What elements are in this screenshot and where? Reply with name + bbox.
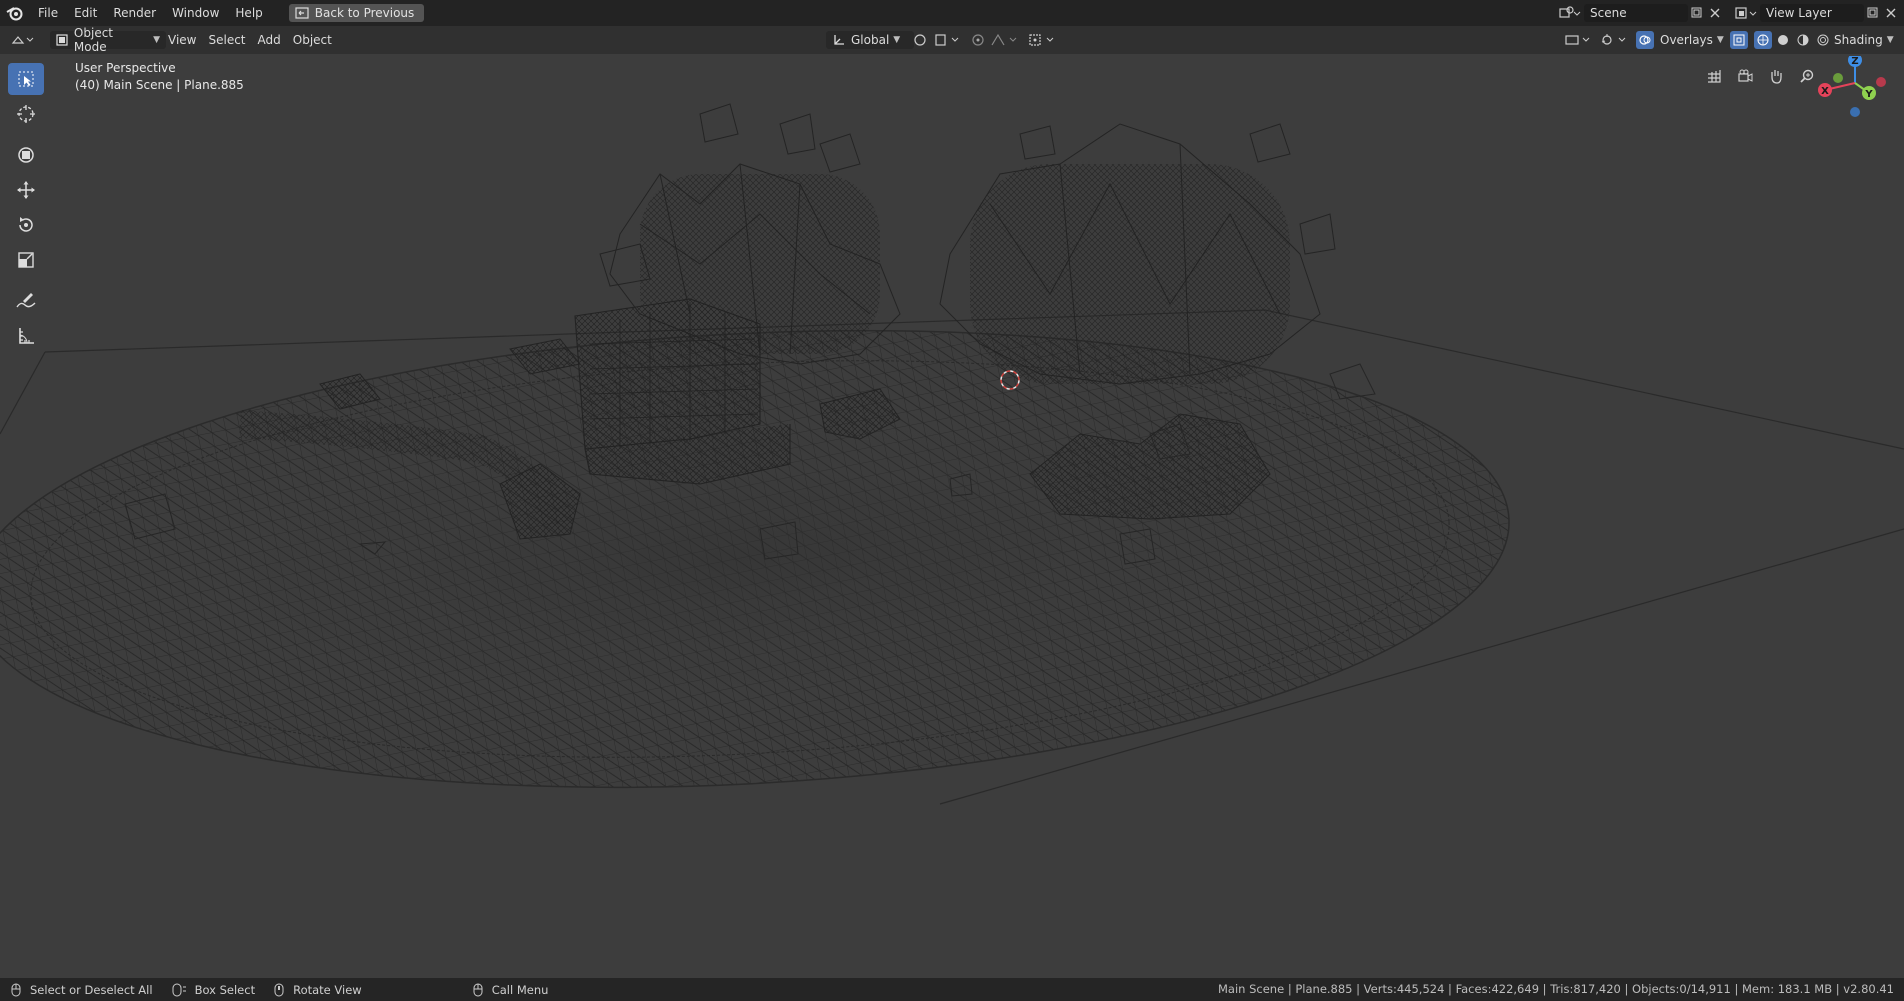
header-menu-view[interactable]: View xyxy=(162,31,202,49)
overlays-label: Overlays xyxy=(1660,33,1713,47)
chevron-down-icon: ▼ xyxy=(153,35,160,45)
mouse-left-icon xyxy=(11,983,21,996)
menu-edit[interactable]: Edit xyxy=(66,0,105,26)
snap-icon xyxy=(935,34,959,46)
status-select-hint: Select or Deselect All xyxy=(10,983,153,997)
status-rotate-label: Rotate View xyxy=(293,982,362,997)
overlays-dropdown[interactable]: Overlays ▼ xyxy=(1636,31,1724,49)
scale-icon[interactable] xyxy=(8,244,44,276)
header-menu-object[interactable]: Object xyxy=(287,31,338,49)
tool-shelf xyxy=(8,63,48,355)
3d-viewport[interactable]: User Perspective (40) Main Scene | Plane… xyxy=(0,54,1904,978)
menu-file[interactable]: File xyxy=(30,0,66,26)
new-scene-icon[interactable] xyxy=(1688,4,1706,22)
viewport-header: Object Mode ▼ View Select Add Object Glob… xyxy=(0,26,1904,54)
active-object-label: (40) Main Scene | Plane.885 xyxy=(75,78,244,92)
view-layer-selector-icon[interactable] xyxy=(1732,4,1760,22)
view-object-types-dropdown[interactable] xyxy=(1564,31,1594,49)
shading-label: Shading xyxy=(1834,33,1883,47)
menu-window[interactable]: Window xyxy=(164,0,227,26)
cursor-icon[interactable] xyxy=(8,98,44,130)
screen-back-icon xyxy=(295,7,309,19)
transform-affect-icon xyxy=(1029,34,1054,46)
menu-help[interactable]: Help xyxy=(227,0,270,26)
global-orientation-icon xyxy=(834,35,844,45)
rendered-shading-icon[interactable] xyxy=(1814,31,1832,49)
status-box-select-hint: Box Select xyxy=(171,982,256,997)
back-to-previous-label: Back to Previous xyxy=(314,6,415,20)
proportional-editing-toggle[interactable] xyxy=(970,31,986,49)
rotate-icon[interactable] xyxy=(8,209,44,241)
pan-hand-icon[interactable] xyxy=(1762,62,1790,90)
pivot-point-dropdown[interactable] xyxy=(912,31,928,49)
scene-statistics: Main Scene | Plane.885 | Verts:445,524 |… xyxy=(1218,982,1894,996)
gizmo-toggle-icon xyxy=(1601,34,1626,45)
3d-viewport-icon xyxy=(11,36,34,44)
falloff-dropdown[interactable] xyxy=(990,31,1020,49)
mouse-middle-icon xyxy=(274,983,284,996)
transform-affect-dropdown[interactable] xyxy=(1028,31,1058,49)
view-perspective-label: User Perspective xyxy=(75,61,176,75)
chevron-down-icon: ▼ xyxy=(1716,35,1724,45)
camera-view-icon[interactable] xyxy=(1731,62,1759,90)
proportional-edit-icon xyxy=(972,34,984,46)
shading-popover[interactable]: Shading ▼ xyxy=(1834,31,1894,49)
object-visibility-icon xyxy=(1565,35,1590,45)
transform-icon[interactable] xyxy=(8,139,44,171)
transform-orientation-dropdown[interactable]: Global ▼ xyxy=(826,31,914,49)
top-bar: File Edit Render Window Help Back to Pre… xyxy=(0,0,1904,26)
move-icon[interactable] xyxy=(8,174,44,206)
object-mode-icon xyxy=(56,34,68,46)
status-call-menu-hint: Call Menu xyxy=(472,982,549,997)
xray-icon[interactable] xyxy=(1730,31,1748,49)
svg-text:Y: Y xyxy=(1864,89,1873,100)
blender-logo-icon[interactable] xyxy=(0,0,30,26)
status-box-select-label: Box Select xyxy=(194,982,256,997)
chevron-down-icon: ▼ xyxy=(893,35,901,45)
wireframe-scene xyxy=(0,103,1904,805)
mode-dropdown[interactable]: Object Mode ▼ xyxy=(50,26,166,54)
header-menu-select[interactable]: Select xyxy=(202,31,251,49)
falloff-curve-icon xyxy=(991,33,1017,46)
chevron-down-icon: ▼ xyxy=(1886,35,1894,45)
status-bar: Select or Deselect All Box Select Rotate… xyxy=(0,978,1904,1001)
menu-render[interactable]: Render xyxy=(105,0,164,26)
pivot-icon xyxy=(914,34,926,46)
new-view-layer-icon[interactable] xyxy=(1864,4,1882,22)
shading-mode-buttons xyxy=(1754,31,1832,49)
mouse-drag-icon xyxy=(172,983,186,996)
svg-text:Z: Z xyxy=(1851,56,1858,67)
scene-selector-icon[interactable] xyxy=(1556,4,1584,22)
gizmo-y-axis[interactable]: Y xyxy=(1862,86,1876,100)
wireframe-shading-icon[interactable] xyxy=(1754,31,1772,49)
mouse-right-icon xyxy=(473,983,483,996)
editor-type-dropdown[interactable] xyxy=(10,31,36,49)
header-menu-add[interactable]: Add xyxy=(252,31,287,49)
toggle-grid-icon[interactable] xyxy=(1700,62,1728,90)
zoom-magnifier-icon[interactable] xyxy=(1793,62,1821,90)
gizmo-dropdown[interactable] xyxy=(1600,31,1630,49)
back-to-previous-button[interactable]: Back to Previous xyxy=(288,4,425,22)
select-box-icon[interactable] xyxy=(8,63,44,95)
orientation-label: Global xyxy=(851,33,890,47)
mode-label: Object Mode xyxy=(73,26,114,54)
measure-icon[interactable] xyxy=(8,320,44,352)
status-call-menu-label: Call Menu xyxy=(491,982,549,997)
view-layer-field[interactable]: View Layer xyxy=(1760,4,1864,22)
status-select-label: Select or Deselect All xyxy=(30,982,153,997)
gizmo-z-axis[interactable]: Z xyxy=(1848,56,1862,67)
viewport-navigation-buttons xyxy=(1700,62,1824,90)
scene-name-field[interactable]: Scene xyxy=(1584,4,1688,22)
annotate-icon[interactable] xyxy=(8,285,44,317)
material-shading-icon[interactable] xyxy=(1794,31,1812,49)
status-rotate-hint: Rotate View xyxy=(273,983,362,997)
xray-toggle[interactable] xyxy=(1730,31,1748,49)
snap-dropdown[interactable] xyxy=(934,31,962,49)
delete-scene-icon[interactable] xyxy=(1706,4,1724,22)
solid-shading-icon[interactable] xyxy=(1774,31,1792,49)
overlays-toggle-icon[interactable] xyxy=(1636,31,1654,49)
delete-view-layer-icon[interactable] xyxy=(1882,4,1900,22)
